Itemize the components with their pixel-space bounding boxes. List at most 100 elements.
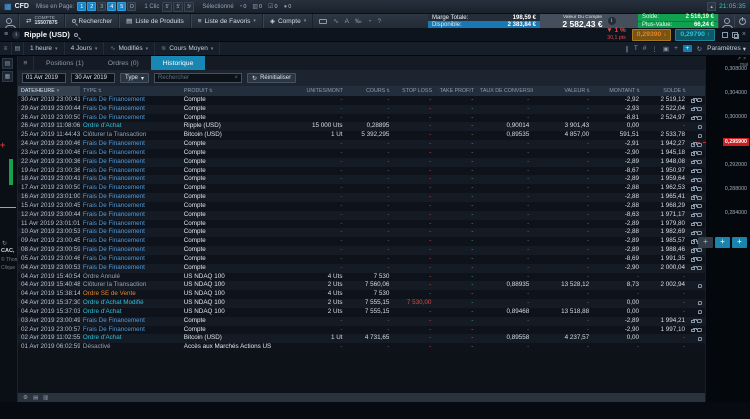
favorites-list-button[interactable]: ≡ Liste de Favoris ▾	[191, 14, 263, 28]
table-row[interactable]: 26 Avr 2019 11:08:06Ordre d'AchatRipple …	[18, 122, 705, 131]
column-header-montant[interactable]: MONTANT⇅	[593, 86, 643, 96]
comment-icon[interactable]	[698, 134, 702, 138]
table-row[interactable]: 04 Avr 2019 15:40:54Ordre AnnuléUS NDAQ …	[18, 273, 705, 282]
export-doc-icon[interactable]: ▤	[33, 395, 38, 401]
text-tool-icon[interactable]: T	[634, 45, 638, 52]
layout-button-4[interactable]: 4	[107, 2, 116, 11]
print-icon[interactable]	[691, 240, 695, 244]
print-icon[interactable]	[691, 108, 695, 112]
comment-icon[interactable]	[697, 187, 701, 191]
table-row[interactable]: 08 Avr 2019 23:00:59Frais De Financement…	[18, 246, 705, 255]
print-icon[interactable]	[691, 267, 695, 271]
comment-icon[interactable]	[697, 319, 701, 323]
overlay-tool-icon[interactable]: ▣	[663, 45, 669, 53]
print-icon[interactable]	[691, 329, 695, 333]
payment-card-icon[interactable]	[319, 19, 327, 24]
comment-icon[interactable]	[697, 98, 701, 102]
comment-icon[interactable]	[697, 116, 701, 120]
comment-icon[interactable]	[697, 248, 701, 252]
indicators-select[interactable]: ∿ Modifiés ▾	[104, 42, 155, 55]
layout-button-2[interactable]: 2	[87, 2, 96, 11]
comment-icon[interactable]	[697, 107, 701, 111]
print-icon[interactable]	[691, 249, 695, 253]
print-icon[interactable]	[691, 232, 695, 236]
layout-button-O[interactable]: O	[127, 2, 136, 11]
sell-price-button[interactable]: 0,29390 ↓	[632, 29, 672, 41]
compare-tool-icon[interactable]: ∥	[626, 45, 629, 53]
comment-icon[interactable]	[698, 301, 702, 305]
table-row[interactable]: 04 Avr 2019 15:40:48Clôturer la Transact…	[18, 281, 705, 290]
profile-button[interactable]	[718, 14, 734, 28]
comment-icon[interactable]	[697, 257, 701, 261]
collapse-topbar-button[interactable]: ▴	[707, 2, 716, 11]
table-row[interactable]: 26 Avr 2019 23:00:50Frais De Financement…	[18, 114, 705, 123]
reset-button[interactable]: ↻ Réinitialiser	[247, 73, 296, 83]
column-header-stop-loss[interactable]: STOP LOSS	[393, 86, 435, 96]
table-row[interactable]: 18 Avr 2019 23:00:41Frais De Financement…	[18, 175, 705, 184]
one-click-preset-icon[interactable]: 5′	[162, 2, 172, 12]
instrument-info-icon[interactable]: i	[12, 31, 20, 39]
comment-icon[interactable]	[697, 151, 701, 155]
print-icon[interactable]	[691, 170, 695, 174]
pulse-icon[interactable]: ∿	[333, 17, 338, 25]
chart-side-tool-icon[interactable]: ▦	[2, 71, 13, 82]
print-icon[interactable]	[691, 258, 695, 262]
table-row[interactable]: 02 Avr 2019 11:02:55Ordre d'AchatBitcoin…	[18, 334, 705, 343]
print-icon[interactable]	[691, 143, 695, 147]
table-row[interactable]: 30 Avr 2019 23:00:41Frais De Financement…	[18, 96, 705, 105]
counter-dot[interactable]: ●0	[284, 3, 292, 10]
search-input[interactable]: Rechercher ×	[154, 73, 242, 83]
print-icon[interactable]	[691, 320, 695, 324]
print-icon[interactable]	[691, 205, 695, 209]
table-row[interactable]: 16 Avr 2019 23:01:00Frais De Financement…	[18, 193, 705, 202]
table-row[interactable]: 12 Avr 2019 23:00:44Frais De Financement…	[18, 211, 705, 220]
table-row[interactable]: 11 Avr 2019 23:01:01Frais De Financement…	[18, 220, 705, 229]
compte-menu-button[interactable]: ◈ Compte ▾	[263, 14, 313, 28]
print-icon[interactable]	[691, 196, 695, 200]
tab-ordres[interactable]: Ordres (0)	[96, 56, 151, 70]
range-select[interactable]: 4 Jours ▾	[65, 42, 105, 55]
table-row[interactable]: 05 Avr 2019 23:00:46Frais De Financement…	[18, 255, 705, 264]
table-row[interactable]: 09 Avr 2019 23:00:45Frais De Financement…	[18, 237, 705, 246]
column-header-taux-de-conversion[interactable]: TAUX DE CONVERSION	[477, 86, 533, 96]
candles-tool-icon[interactable]: ⋮	[651, 45, 658, 53]
table-row[interactable]: 03 Avr 2019 23:00:49Frais De Financement…	[18, 317, 705, 326]
print-icon[interactable]	[691, 223, 695, 227]
column-header-valeur[interactable]: VALEUR⇅	[533, 86, 593, 96]
table-row[interactable]: 01 Avr 2019 06:02:59DésactivéAccès aux M…	[18, 343, 705, 352]
toolbar-menu-icon[interactable]: ≡	[0, 42, 12, 55]
tab-positions[interactable]: Positions (1)	[34, 56, 96, 70]
chart-side-tool-icon[interactable]: ▤	[2, 58, 13, 69]
buy-price-button[interactable]: 0,29790 ↑	[675, 29, 715, 41]
table-row[interactable]: 17 Avr 2019 23:00:50Frais De Financement…	[18, 184, 705, 193]
column-header-produit[interactable]: PRODUIT⇅	[181, 86, 298, 96]
comment-icon[interactable]	[697, 160, 701, 164]
comment-icon[interactable]	[697, 169, 701, 173]
table-row[interactable]: 04 Avr 2019 15:38:14Ordre SE de VenteUS …	[18, 290, 705, 299]
comment-icon[interactable]	[697, 328, 701, 332]
refresh-tool-icon[interactable]: ↻	[697, 45, 702, 53]
one-click-preset-icon[interactable]: 5ᶠ	[184, 2, 194, 12]
comment-icon[interactable]	[697, 231, 701, 235]
comment-icon[interactable]	[698, 284, 702, 288]
table-row[interactable]: 23 Avr 2019 23:00:46Frais De Financement…	[18, 149, 705, 158]
toolbar-layout-icon[interactable]: ▤	[12, 42, 24, 55]
table-row[interactable]: 02 Avr 2019 23:00:57Frais De Financement…	[18, 326, 705, 335]
price-type-select[interactable]: ≋ Cours Moyen ▾	[155, 42, 220, 55]
comment-icon[interactable]	[698, 125, 702, 129]
price-axis[interactable]: ↗× mai 0,295900 0,3080000,3040000,300000…	[705, 56, 750, 402]
comment-icon[interactable]	[697, 213, 701, 217]
pan-button[interactable]: +	[732, 237, 747, 248]
counter-check[interactable]: ☑0	[268, 3, 277, 10]
table-row[interactable]: 04 Avr 2019 15:37:30Ordre d'Achat Modifi…	[18, 299, 705, 308]
table-row[interactable]: 10 Avr 2019 23:00:53Frais De Financement…	[18, 228, 705, 237]
column-header-unites-mont[interactable]: UNITES/MONT	[298, 86, 346, 96]
account-switcher[interactable]: ⇄ COMPTE 15507875	[19, 14, 65, 28]
tab-historique[interactable]: Historique	[151, 56, 206, 70]
comment-icon[interactable]	[697, 196, 701, 200]
date-from-input[interactable]: 01 Avr 2019	[22, 73, 66, 83]
comment-icon[interactable]	[698, 337, 702, 341]
counter-clock[interactable]: ◔0	[239, 3, 247, 10]
comment-icon[interactable]	[697, 178, 701, 182]
print-icon[interactable]	[691, 117, 695, 121]
